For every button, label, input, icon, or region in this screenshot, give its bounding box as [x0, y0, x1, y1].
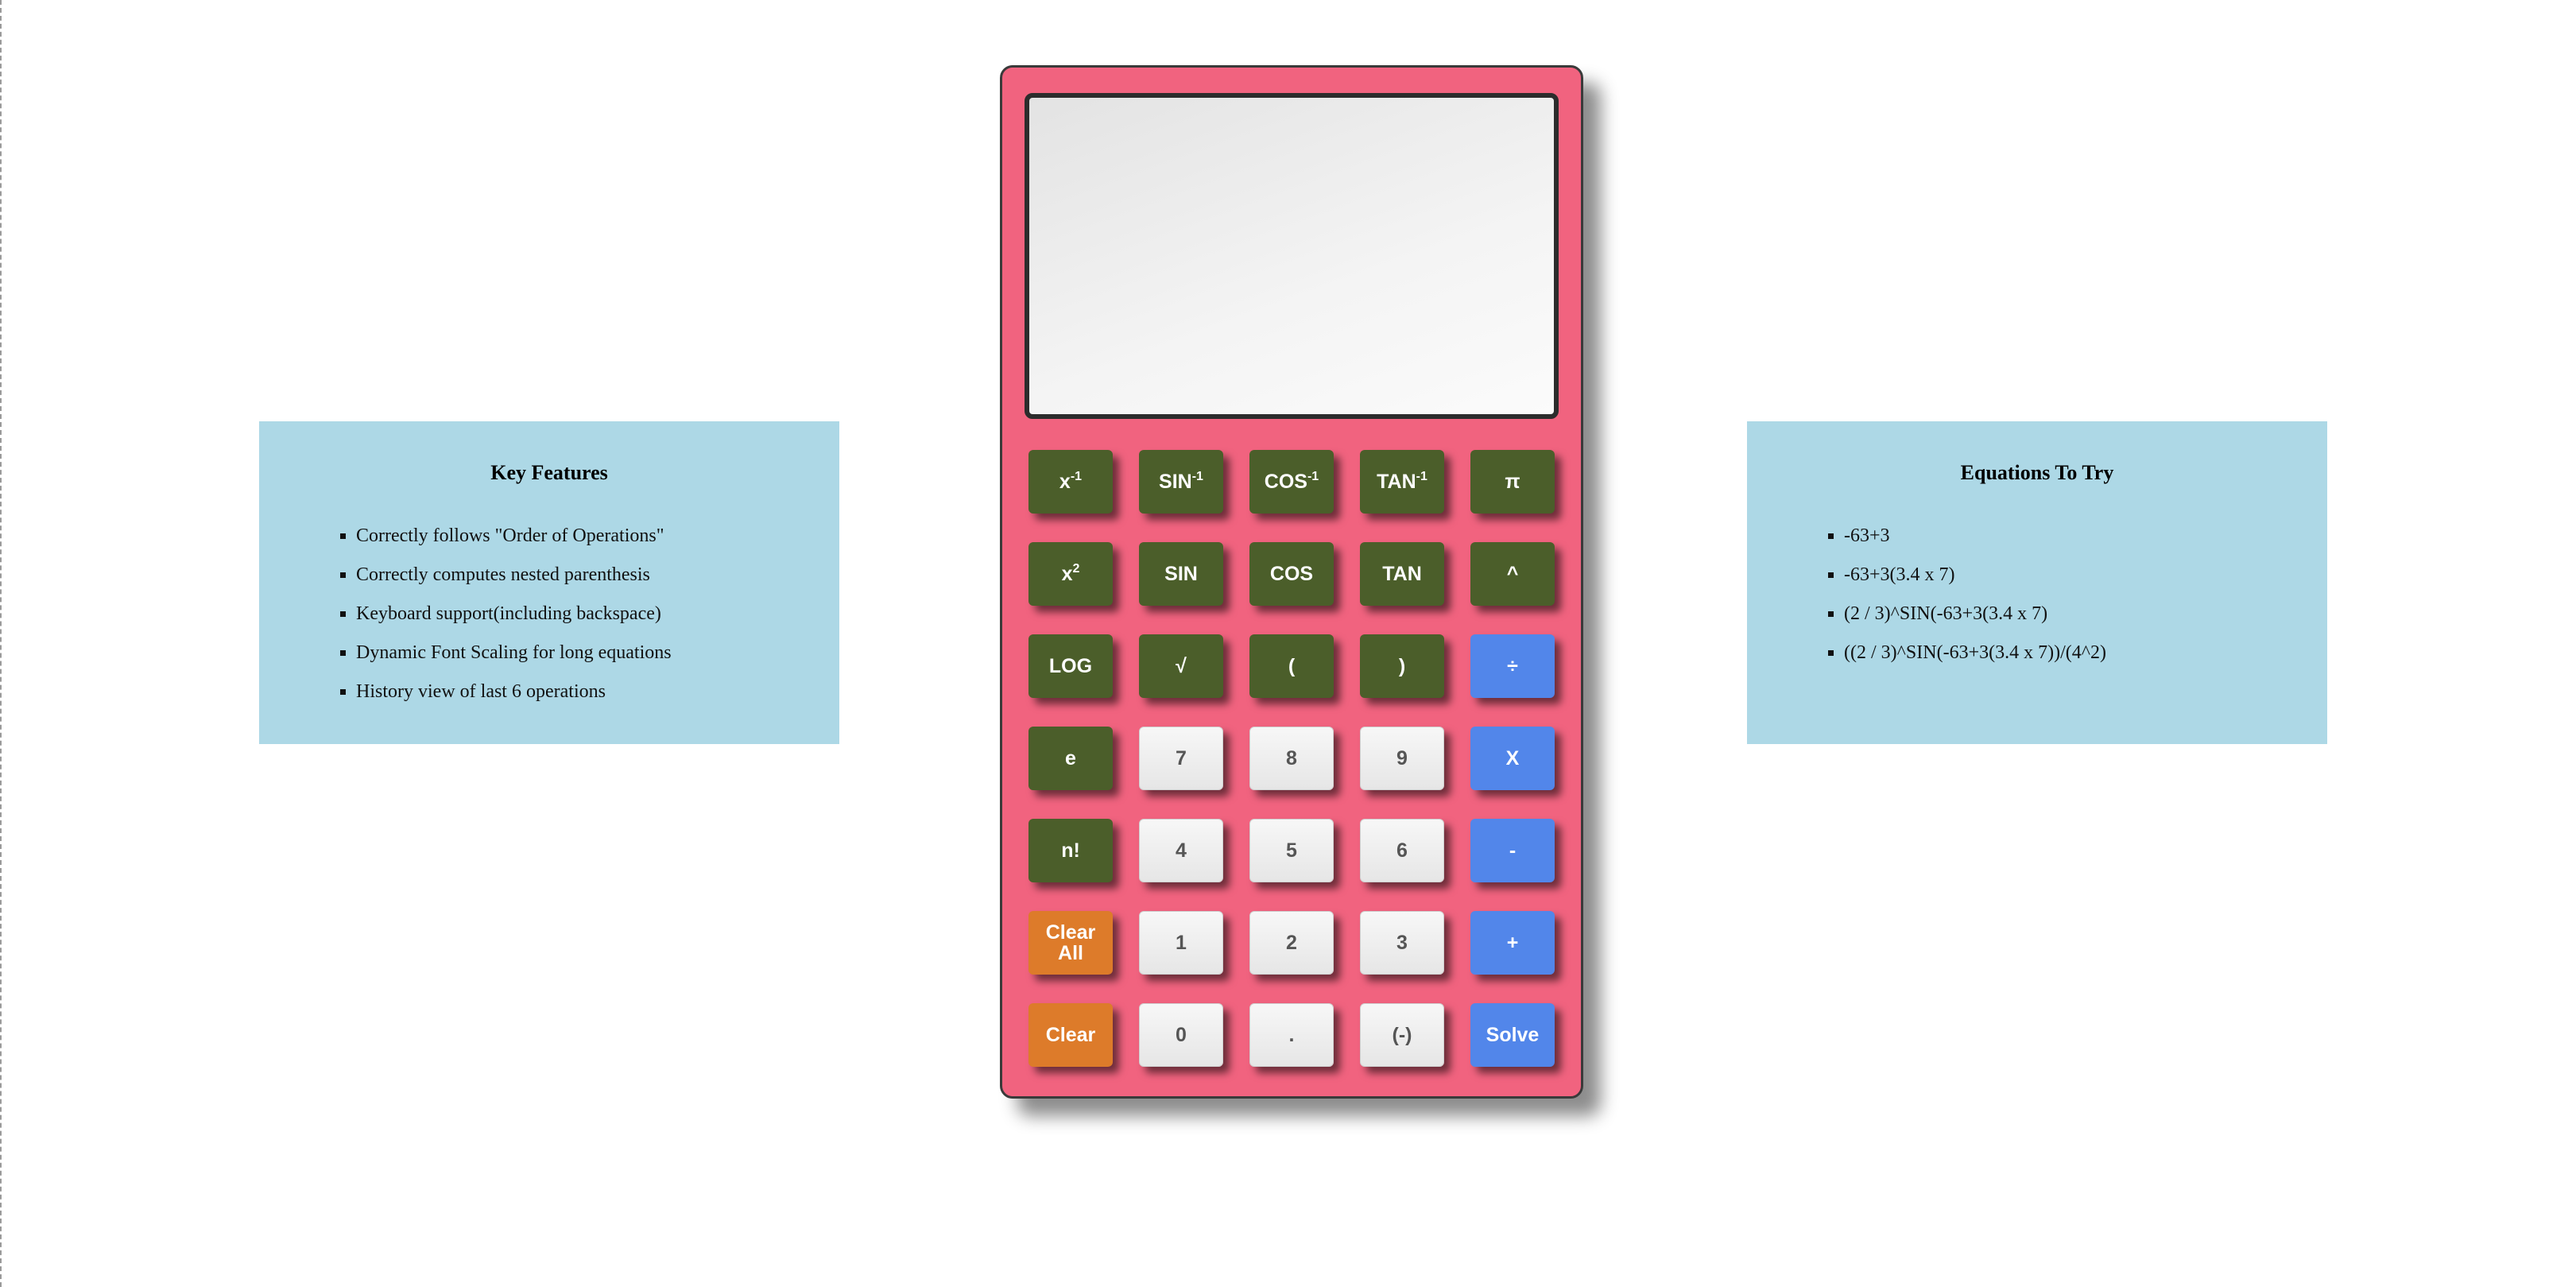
clear-button[interactable]: Clear — [1028, 1003, 1113, 1067]
power-button[interactable]: ^ — [1470, 542, 1555, 606]
list-item: Correctly follows "Order of Operations" — [356, 517, 839, 556]
list-item: Keyboard support(including backspace) — [356, 595, 839, 634]
calculator-keypad: x -1 SIN -1 COS -1 TAN -1 π x2 SIN COS TAN ^… — [1028, 450, 1559, 1067]
list-item: Correctly computes nested parenthesis — [356, 556, 839, 595]
pi-button[interactable]: π — [1470, 450, 1555, 514]
sin-button[interactable]: SIN — [1139, 542, 1223, 606]
multiply-button[interactable]: X — [1470, 727, 1555, 790]
close-paren-button[interactable]: ) — [1360, 634, 1444, 698]
log-button[interactable]: LOG — [1028, 634, 1113, 698]
arctan-button[interactable]: TAN -1 — [1360, 450, 1444, 514]
cos-button[interactable]: COS — [1249, 542, 1334, 606]
equations-title: Equations To Try — [1960, 461, 2114, 484]
digit-8-button[interactable]: 8 — [1249, 727, 1334, 790]
digit-0-button[interactable]: 0 — [1139, 1003, 1223, 1067]
euler-button[interactable]: e — [1028, 727, 1113, 790]
page: Key Features Correctly follows "Order of… — [0, 0, 2576, 1287]
solve-button[interactable]: Solve — [1470, 1003, 1555, 1067]
arcsin-button[interactable]: SIN -1 — [1139, 450, 1223, 514]
digit-6-button[interactable]: 6 — [1360, 819, 1444, 882]
minus-button[interactable]: - — [1470, 819, 1555, 882]
arccos-button[interactable]: COS -1 — [1249, 450, 1334, 514]
open-paren-button[interactable]: ( — [1249, 634, 1334, 698]
decimal-button[interactable]: . — [1249, 1003, 1334, 1067]
list-item: -63+3(3.4 x 7) — [1844, 556, 2327, 595]
key-features-list: Correctly follows "Order of Operations" … — [259, 517, 839, 711]
digit-3-button[interactable]: 3 — [1360, 911, 1444, 975]
key-label: x — [1061, 562, 1073, 585]
clear-all-button[interactable]: Clear All — [1028, 911, 1113, 975]
plus-button[interactable]: + — [1470, 911, 1555, 975]
equations-panel: Equations To Try -63+3 -63+3(3.4 x 7) (2… — [1747, 421, 2327, 744]
key-features-panel: Key Features Correctly follows "Order of… — [259, 421, 839, 744]
divide-button[interactable]: ÷ — [1470, 634, 1555, 698]
tan-button[interactable]: TAN — [1360, 542, 1444, 606]
key-superscript: -1 — [1416, 469, 1427, 483]
factorial-button[interactable]: n! — [1028, 819, 1113, 882]
key-label: COS — [1264, 470, 1307, 493]
list-item: ((2 / 3)^SIN(-63+3(3.4 x 7))/(4^2) — [1844, 634, 2327, 673]
key-label: x — [1059, 470, 1071, 493]
calculator-display — [1025, 93, 1559, 419]
digit-1-button[interactable]: 1 — [1139, 911, 1223, 975]
digit-7-button[interactable]: 7 — [1139, 727, 1223, 790]
list-item: (2 / 3)^SIN(-63+3(3.4 x 7) — [1844, 595, 2327, 634]
digit-4-button[interactable]: 4 — [1139, 819, 1223, 882]
key-superscript: -1 — [1070, 469, 1083, 483]
list-item: -63+3 — [1844, 517, 2327, 556]
list-item: Dynamic Font Scaling for long equations — [356, 634, 839, 673]
list-item: History view of last 6 operations — [356, 673, 839, 711]
key-superscript: -1 — [1307, 469, 1319, 483]
key-features-title: Key Features — [490, 461, 608, 484]
digit-9-button[interactable]: 9 — [1360, 727, 1444, 790]
equations-list: -63+3 -63+3(3.4 x 7) (2 / 3)^SIN(-63+3(3… — [1747, 517, 2327, 673]
calculator: x -1 SIN -1 COS -1 TAN -1 π x2 SIN COS TAN ^… — [1000, 65, 1583, 1099]
square-button[interactable]: x2 — [1028, 542, 1113, 606]
digit-2-button[interactable]: 2 — [1249, 911, 1334, 975]
negate-button[interactable]: (-) — [1360, 1003, 1444, 1067]
sqrt-button[interactable]: √ — [1139, 634, 1223, 698]
key-label: TAN — [1377, 470, 1416, 493]
key-superscript: 2 — [1072, 561, 1080, 576]
key-superscript: -1 — [1191, 469, 1203, 483]
digit-5-button[interactable]: 5 — [1249, 819, 1334, 882]
inverse-button[interactable]: x -1 — [1028, 450, 1113, 514]
key-label: SIN — [1159, 470, 1192, 493]
